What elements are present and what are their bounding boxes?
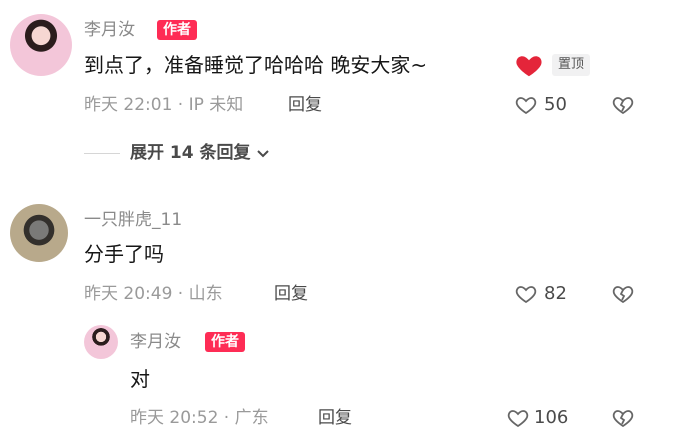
expand-divider xyxy=(84,153,120,154)
reply-button[interactable]: 回复 xyxy=(274,283,308,305)
chevron-down-icon xyxy=(255,145,271,161)
author-badge: 作者 xyxy=(205,332,245,352)
broken-heart-icon[interactable] xyxy=(611,282,635,306)
like-count: 106 xyxy=(534,407,569,428)
comment-username[interactable]: 李月汝 xyxy=(84,20,135,40)
expand-replies-label: 展开 14 条回复 xyxy=(130,143,251,163)
pinned-badge: 置顶 xyxy=(552,54,591,76)
avatar[interactable] xyxy=(84,325,118,359)
heart-outline-icon[interactable] xyxy=(506,406,530,430)
comment-meta: 昨天 22:01 · IP 未知 xyxy=(84,95,244,115)
comment-meta: 昨天 20:49 · 山东 xyxy=(84,284,223,304)
like-count: 50 xyxy=(544,94,567,115)
avatar[interactable] xyxy=(10,204,68,262)
comment-username[interactable]: 一只胖虎_11 xyxy=(84,210,182,230)
comment-meta: 昨天 20:52 · 广东 xyxy=(130,408,269,428)
comment-username[interactable]: 李月汝 xyxy=(130,332,181,352)
reply-button[interactable]: 回复 xyxy=(288,94,322,116)
comment-text: 分手了吗 xyxy=(84,242,164,266)
reply-button[interactable]: 回复 xyxy=(318,407,352,429)
avatar[interactable] xyxy=(10,14,72,76)
heart-outline-icon[interactable] xyxy=(514,282,538,306)
red-heart-emoji xyxy=(514,50,544,80)
broken-heart-icon[interactable] xyxy=(611,93,635,117)
comment-text: 对 xyxy=(130,367,150,391)
expand-replies-button[interactable]: 展开 14 条回复 xyxy=(130,142,271,164)
like-count: 82 xyxy=(544,283,567,304)
author-badge: 作者 xyxy=(157,20,197,40)
comment-text: 到点了，准备睡觉了哈哈哈 晚安大家~ xyxy=(84,53,428,77)
heart-outline-icon[interactable] xyxy=(514,93,538,117)
broken-heart-icon[interactable] xyxy=(611,406,635,430)
